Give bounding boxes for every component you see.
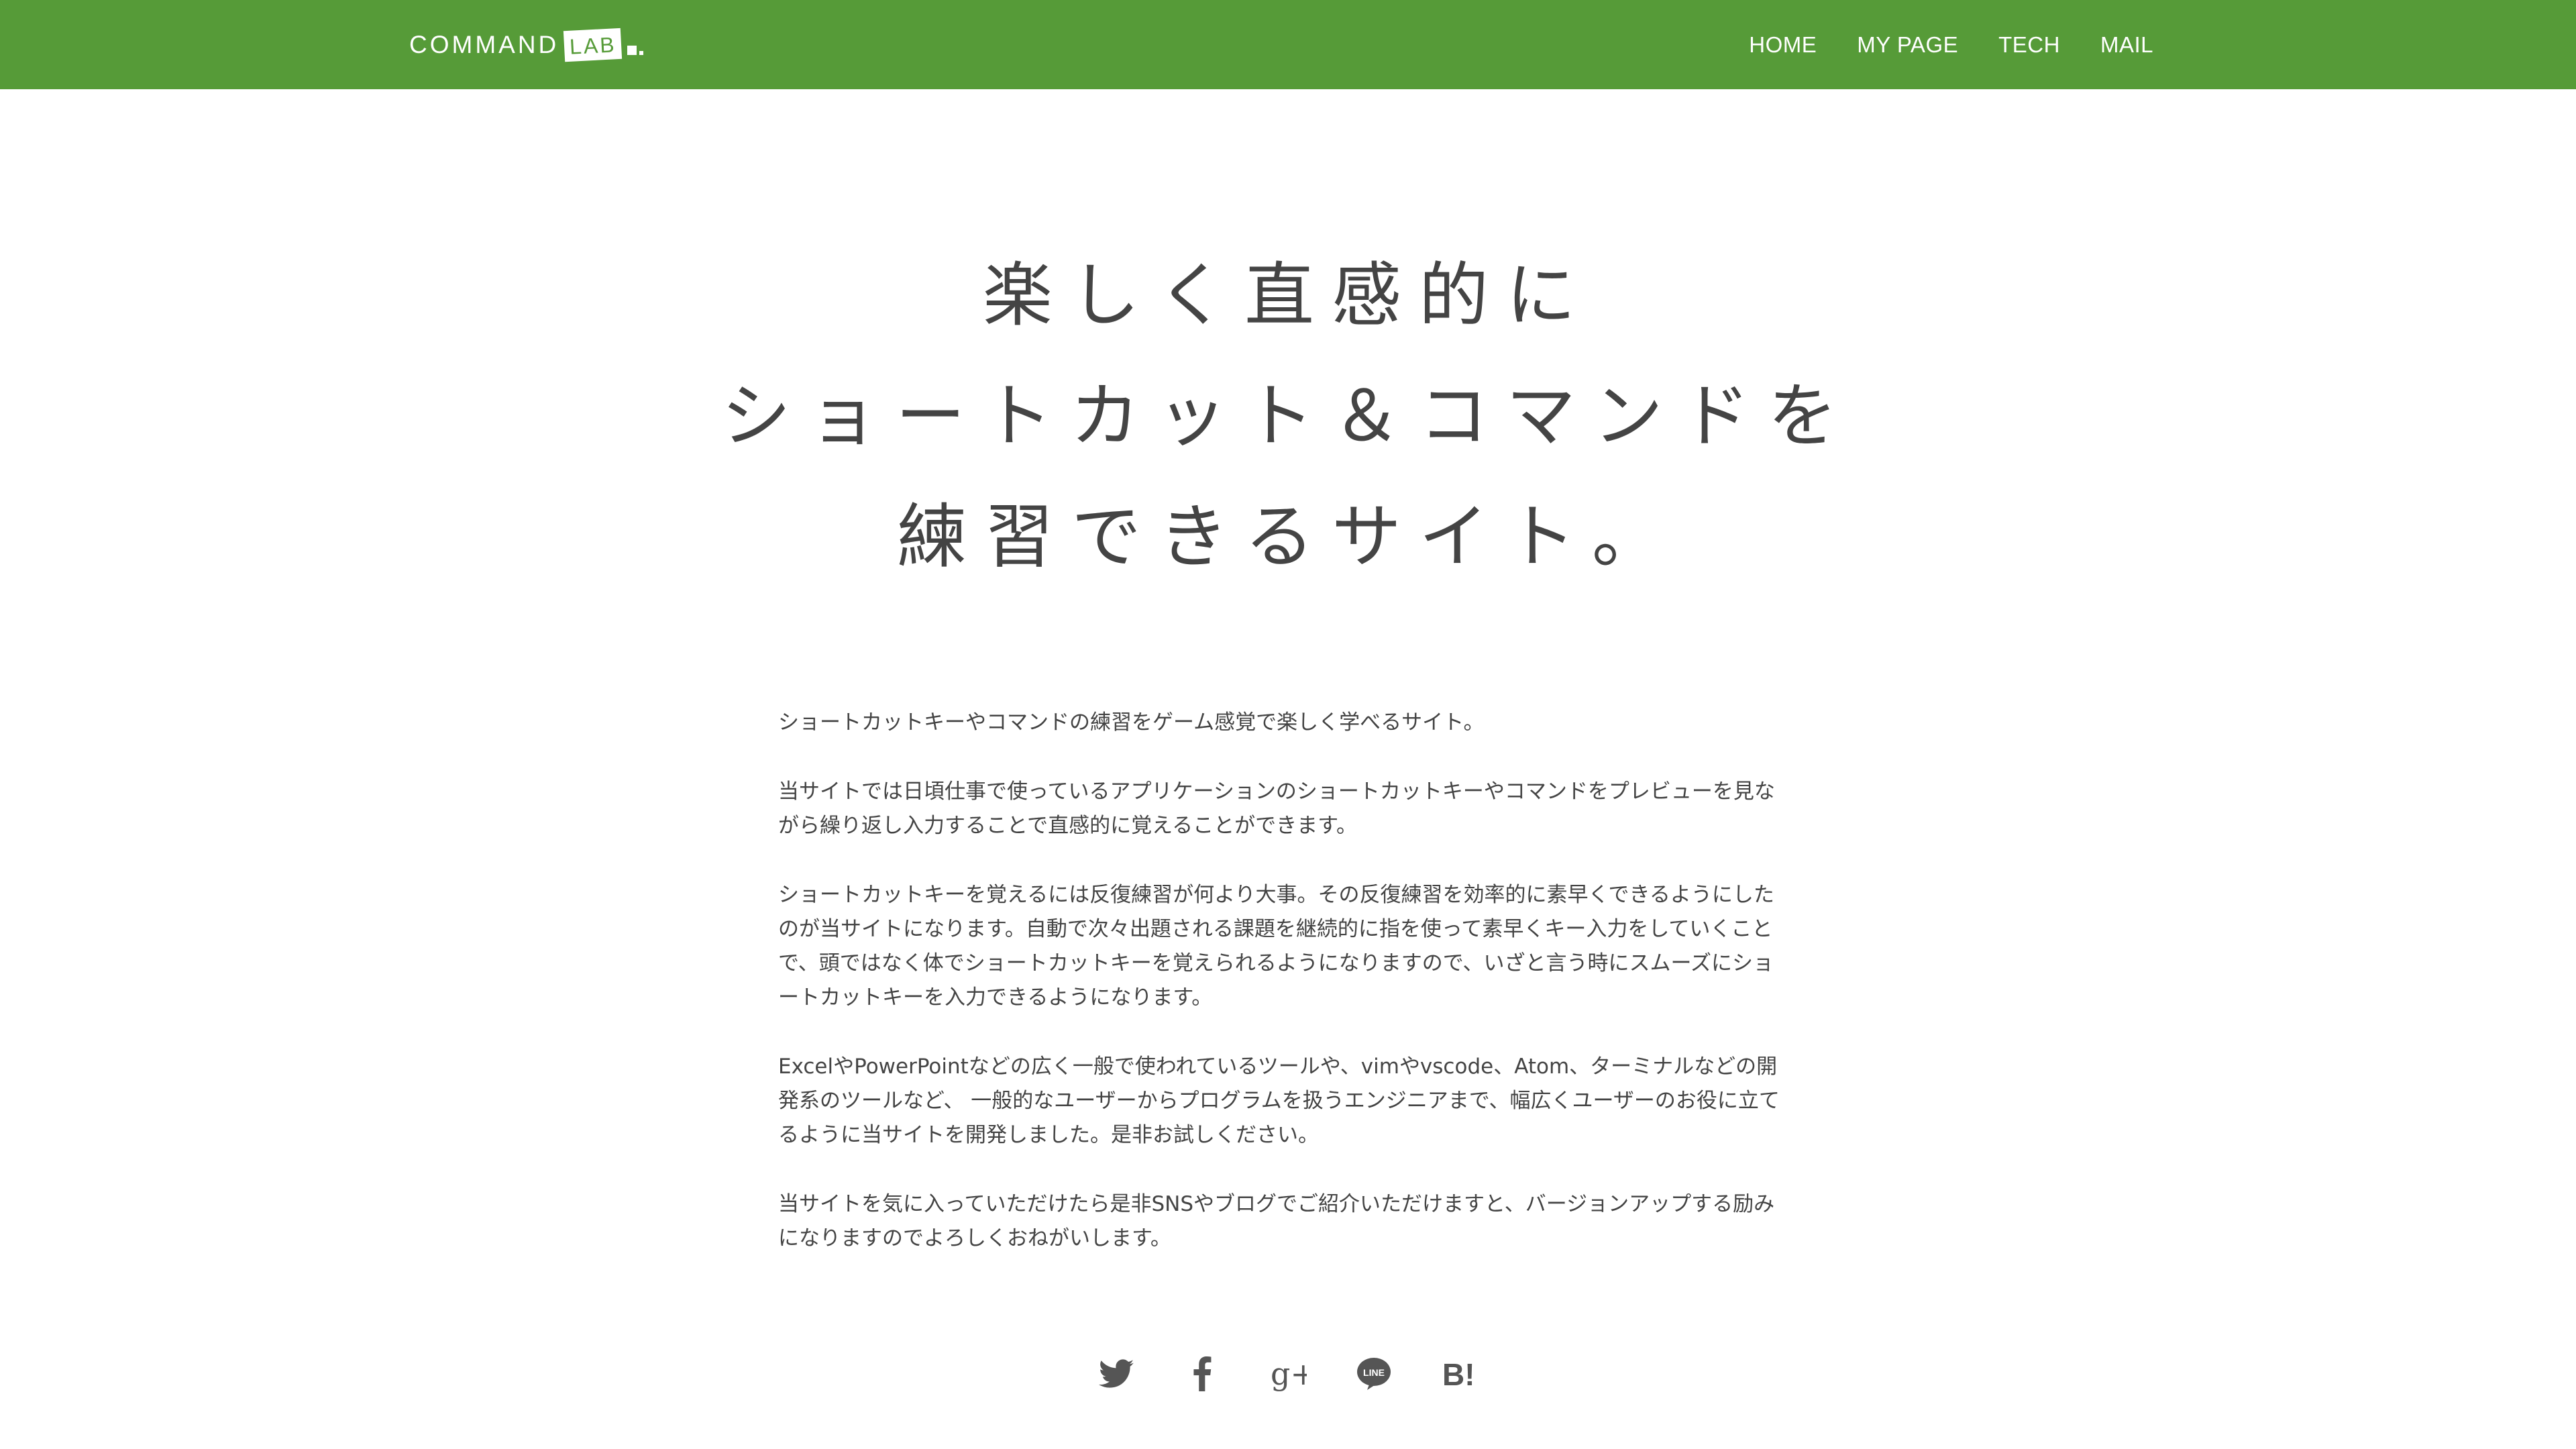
- hatena-share-button[interactable]: B!: [1441, 1355, 1479, 1393]
- main-nav: HOME MY PAGE TECH MAIL: [1749, 0, 2153, 89]
- logo-dot-icon: [639, 50, 643, 55]
- logo-badge: LAB: [564, 28, 623, 62]
- line-icon: LINE: [1357, 1358, 1391, 1390]
- hero-line-3: 練習できるサイト。: [897, 496, 1679, 578]
- share-buttons: g+ LINE B!: [0, 1355, 2576, 1393]
- svg-text:LINE: LINE: [1363, 1367, 1385, 1378]
- site-logo[interactable]: COMMAND LAB: [409, 0, 643, 89]
- facebook-icon: [1193, 1356, 1212, 1391]
- line-share-button[interactable]: LINE: [1355, 1355, 1393, 1393]
- nav-tech[interactable]: TECH: [1998, 32, 2060, 58]
- site-header: COMMAND LAB HOME MY PAGE TECH MAIL: [0, 0, 2576, 89]
- hero-line-1: 楽しく直感的に: [982, 254, 1593, 336]
- intro-paragraph-5: 当サイトを気に入っていただけたら是非SNSやブログでご紹介いただけますと、バージ…: [778, 1192, 1775, 1250]
- svg-text:B!: B!: [1442, 1357, 1475, 1391]
- facebook-share-button[interactable]: [1183, 1355, 1221, 1393]
- intro-paragraph-4: ExcelやPowerPointなどの広く一般で使われているツールや、vimやv…: [778, 1055, 1780, 1147]
- nav-home[interactable]: HOME: [1749, 32, 1817, 58]
- nav-my-page[interactable]: MY PAGE: [1857, 32, 1958, 58]
- hero-title: 楽しく直感的に ショートカット＆コマンドを 練習できるサイト。: [0, 235, 2576, 597]
- logo-text: COMMAND: [409, 30, 559, 58]
- intro-paragraph-1: ショートカットキーやコマンドの練習をゲーム感覚で楽しく学べるサイト。: [778, 710, 1485, 735]
- hatena-bookmark-icon: B!: [1442, 1357, 1475, 1391]
- svg-text:g+: g+: [1271, 1356, 1307, 1392]
- logo-square-icon: [627, 45, 637, 55]
- google-plus-share-button[interactable]: g+: [1269, 1355, 1307, 1393]
- google-plus-icon: g+: [1271, 1356, 1307, 1392]
- intro-paragraph-3: ショートカットキーを覚えるには反復練習が何より大事。その反復練習を効率的に素早く…: [778, 883, 1774, 1010]
- intro-paragraph-2: 当サイトでは日頃仕事で使っているアプリケーションのショートカットキーやコマンドを…: [778, 780, 1775, 838]
- hero-line-2: ショートカット＆コマンドを: [720, 375, 1855, 457]
- intro-content: ショートカットキーやコマンドの練習をゲーム感覚で楽しく学べるサイト。 当サイトで…: [778, 706, 1791, 1291]
- twitter-icon: [1099, 1359, 1134, 1388]
- twitter-share-button[interactable]: [1097, 1355, 1135, 1393]
- nav-mail[interactable]: MAIL: [2100, 32, 2153, 58]
